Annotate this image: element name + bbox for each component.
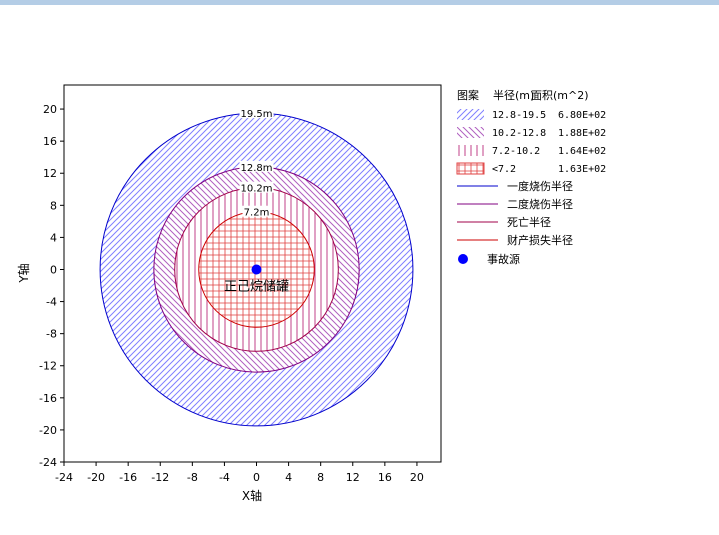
legend-range-2: 7.2-10.2: [492, 146, 540, 157]
legend-area-1: 1.88E+02: [558, 128, 606, 139]
ring-label-3: 7.2m: [244, 208, 270, 219]
legend-source-marker: [458, 254, 468, 264]
x-axis-label: X轴: [242, 488, 262, 503]
ring-label-0: 19.5m: [241, 109, 273, 120]
y-tick-label-3: -12: [39, 360, 57, 373]
x-tick-label-8: 8: [317, 471, 324, 484]
x-tick-label-9: 12: [346, 471, 360, 484]
legend-area-3: 1.63E+02: [558, 164, 606, 175]
y-tick-label-1: -20: [39, 424, 57, 437]
legend-swatch-1: [457, 127, 484, 138]
legend-header-area: 面积(m^2): [531, 89, 589, 102]
y-tick-label-7: 4: [50, 231, 57, 244]
x-tick-label-2: -16: [119, 471, 137, 484]
x-tick-label-5: -4: [219, 471, 230, 484]
source-label: 正己烷储罐: [224, 279, 289, 294]
legend-line-label-1: 二度烧伤半径: [507, 197, 573, 211]
legend-range-0: 12.8-19.5: [492, 110, 546, 121]
x-tick-label-6: 0: [253, 471, 260, 484]
x-tick-label-10: 16: [378, 471, 392, 484]
legend-swatch-0: [457, 109, 484, 120]
ring-label-2: 10.2m: [241, 184, 273, 195]
accident-source-point: [251, 264, 262, 275]
y-axis-label: Y轴: [16, 263, 31, 283]
ring-label-1: 12.8m: [241, 163, 273, 174]
legend-range-1: 10.2-12.8: [492, 128, 546, 139]
y-tick-label-5: -4: [46, 296, 57, 309]
legend-source-label: 事故源: [487, 252, 520, 266]
x-tick-label-0: -24: [55, 471, 73, 484]
y-tick-label-8: 8: [50, 199, 57, 212]
legend-range-3: <7.2: [492, 164, 516, 175]
x-tick-label-7: 4: [285, 471, 292, 484]
legend-area-0: 6.80E+02: [558, 110, 606, 121]
y-tick-label-11: 20: [43, 103, 57, 116]
legend-line-label-3: 财产损失半径: [507, 233, 573, 247]
x-tick-label-3: -12: [151, 471, 169, 484]
legend: 图案 半径(m)面积(m^2) 12.8-19.5 6.80E+02 10.2-12.8…: [456, 88, 606, 266]
legend-swatch-2: [457, 145, 484, 156]
legend-swatch-3: [457, 163, 484, 174]
legend-header-pattern: 图案: [457, 88, 479, 102]
y-tick-label-10: 16: [43, 135, 57, 148]
hazard-radius-chart: 19.5m 12.8m 10.2m 7.2m 正己烷储罐 -24 -20 -16 -12 -8…: [16, 84, 606, 503]
x-tick-label-1: -20: [87, 471, 105, 484]
legend-area-2: 1.64E+02: [558, 146, 606, 157]
y-tick-label-2: -16: [39, 392, 57, 405]
legend-header-radius: 半径(m): [493, 88, 534, 102]
y-tick-label-4: -8: [46, 328, 57, 341]
legend-line-label-2: 死亡半径: [507, 215, 551, 229]
y-tick-label-6: 0: [50, 263, 57, 276]
y-tick-label-0: -24: [39, 456, 57, 469]
x-tick-label-11: 20: [410, 471, 424, 484]
y-tick-label-9: 12: [43, 167, 57, 180]
x-tick-label-4: -8: [187, 471, 198, 484]
legend-line-label-0: 一度烧伤半径: [507, 179, 573, 193]
